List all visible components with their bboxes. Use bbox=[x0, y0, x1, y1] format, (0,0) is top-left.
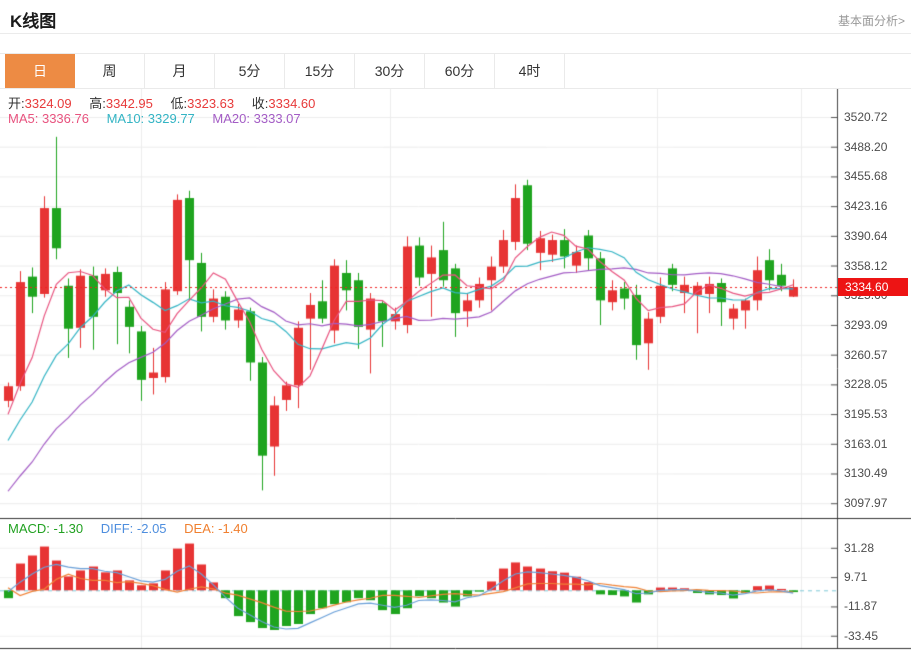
tab-30min[interactable]: 30分 bbox=[355, 54, 425, 88]
macd-value: -1.30 bbox=[54, 521, 84, 536]
low-label: 低: bbox=[171, 96, 188, 111]
fundamental-analysis-link[interactable]: 基本面分析> bbox=[838, 12, 905, 29]
diff-value: -2.05 bbox=[137, 521, 167, 536]
y-axis-tick-label: 3520.72 bbox=[844, 110, 908, 124]
y-axis-tick-label: 3097.97 bbox=[844, 496, 908, 510]
ma10-label: MA10: bbox=[107, 111, 145, 126]
y-axis-tick-label: 3455.68 bbox=[844, 169, 908, 183]
ma20-value: 3333.07 bbox=[254, 111, 301, 126]
ma5-value: 3336.76 bbox=[42, 111, 89, 126]
tab-60min[interactable]: 60分 bbox=[425, 54, 495, 88]
y-axis-tick-label: 9.71 bbox=[844, 570, 908, 584]
ma-info-row: MA5: 3336.76 MA10: 3329.77 MA20: 3333.07 bbox=[8, 111, 301, 126]
open-label: 开: bbox=[8, 96, 25, 111]
page-title: K线图 bbox=[10, 7, 56, 32]
tab-day[interactable]: 日 bbox=[5, 54, 75, 88]
y-axis-tick-label: 3228.05 bbox=[844, 377, 908, 391]
dea-value: -1.40 bbox=[218, 521, 248, 536]
y-axis-tick-label: 3260.57 bbox=[844, 348, 908, 362]
y-axis-tick-label: 31.28 bbox=[844, 541, 908, 555]
kline-page: K线图 基本面分析> 日 周 月 5分 15分 30分 60分 4时 开:332… bbox=[0, 0, 911, 651]
kline-chart-canvas[interactable] bbox=[0, 89, 911, 651]
close-label: 收: bbox=[252, 96, 269, 111]
y-axis-tick-label: 3130.49 bbox=[844, 466, 908, 480]
ohlc-info-row: 开:3324.09 高:3342.95 低:3323.63 收:3334.60 bbox=[8, 93, 315, 112]
macd-label: MACD: bbox=[8, 521, 50, 536]
dea-label: DEA: bbox=[184, 521, 214, 536]
current-price-tag: 3334.60 bbox=[838, 278, 908, 296]
y-axis-tick-label: 3163.01 bbox=[844, 437, 908, 451]
y-axis-tick-label: 3293.09 bbox=[844, 318, 908, 332]
high-value: 3342.95 bbox=[106, 96, 153, 111]
low-value: 3323.63 bbox=[187, 96, 234, 111]
open-value: 3324.09 bbox=[25, 96, 72, 111]
diff-label: DIFF: bbox=[101, 521, 134, 536]
y-axis-tick-label: 3195.53 bbox=[844, 407, 908, 421]
y-axis-tick-label: 3488.20 bbox=[844, 140, 908, 154]
close-value: 3334.60 bbox=[268, 96, 315, 111]
tab-4hour[interactable]: 4时 bbox=[495, 54, 565, 88]
period-tabs: 日 周 月 5分 15分 30分 60分 4时 bbox=[0, 53, 911, 89]
y-axis-tick-label: -33.45 bbox=[844, 629, 908, 643]
y-axis-tick-label: -11.87 bbox=[844, 599, 908, 613]
y-axis-tick-label: 3358.12 bbox=[844, 259, 908, 273]
chart-area: 开:3324.09 高:3342.95 低:3323.63 收:3334.60 … bbox=[0, 89, 911, 651]
macd-info-row: MACD: -1.30 DIFF: -2.05 DEA: -1.40 bbox=[8, 521, 248, 536]
y-axis-tick-label: 3423.16 bbox=[844, 199, 908, 213]
ma5-label: MA5: bbox=[8, 111, 38, 126]
header-divider bbox=[0, 33, 911, 34]
ma10-value: 3329.77 bbox=[148, 111, 195, 126]
tab-5min[interactable]: 5分 bbox=[215, 54, 285, 88]
y-axis-tick-label: 3390.64 bbox=[844, 229, 908, 243]
tab-month[interactable]: 月 bbox=[145, 54, 215, 88]
tab-15min[interactable]: 15分 bbox=[285, 54, 355, 88]
high-label: 高: bbox=[89, 96, 106, 111]
ma20-label: MA20: bbox=[212, 111, 250, 126]
tab-week[interactable]: 周 bbox=[75, 54, 145, 88]
